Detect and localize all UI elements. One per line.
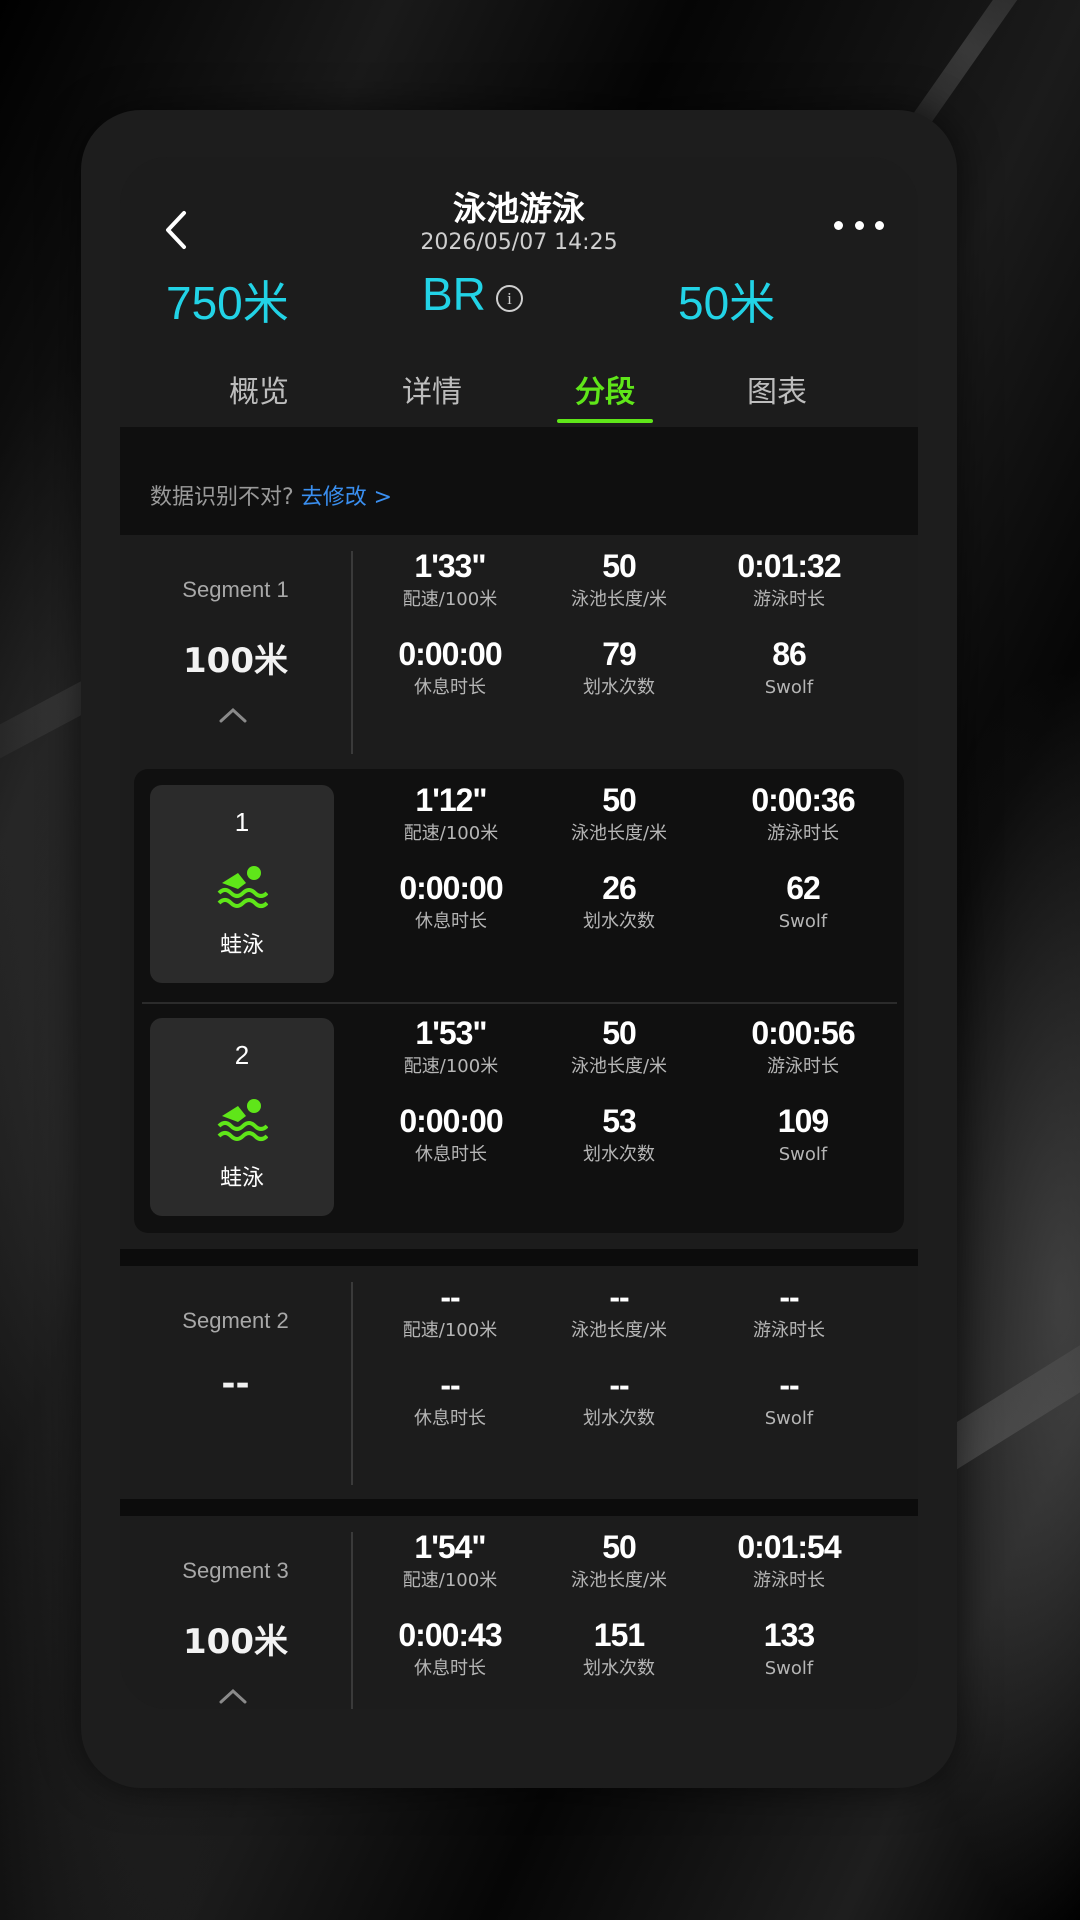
page-title: 泳池游泳 [453, 189, 585, 228]
metric-time: 0:01:32 游泳时长 [737, 548, 841, 610]
tab-overview[interactable]: 概览 [199, 367, 319, 411]
metric-pace: 1'12" 配速/100米 [403, 782, 499, 844]
metric-rest: 0:00:00 休息时长 [399, 1103, 503, 1165]
segment-name: Segment 1 [182, 577, 289, 602]
metric-strokes: -- 划水次数 [583, 1367, 655, 1429]
lap-divider [142, 1002, 897, 1004]
metric-swolf: 109 Swolf [777, 1103, 829, 1165]
metric-pace: -- 配速/100米 [402, 1279, 498, 1341]
pool-length: 50米 [678, 277, 776, 329]
chevron-up-icon[interactable] [218, 1687, 248, 1705]
metric-swolf: 133 Swolf [763, 1617, 815, 1679]
lap-number: 1 [234, 807, 250, 837]
metric-rest: 0:00:43 休息时长 [398, 1617, 502, 1679]
segment-3[interactable]: Segment 3 100米 1'54" 配速/100米 50 泳池长度/米 0:0… [120, 1516, 918, 1709]
segment-2[interactable]: Segment 2 -- -- 配速/100米 -- 泳池长度/米 -- 游泳时长 -… [120, 1266, 918, 1499]
metric-pace: 1'54" 配速/100米 [402, 1529, 498, 1591]
info-icon[interactable]: i [496, 285, 523, 312]
header: 泳池游泳 2026/05/07 14:25 750米 BR i 50米 概览 详… [120, 157, 918, 427]
metric-time: 0:01:54 游泳时长 [737, 1529, 841, 1591]
metric-rest: -- 休息时长 [414, 1367, 486, 1429]
metric-strokes: 79 划水次数 [583, 636, 655, 698]
metric-pace: 1'33" 配速/100米 [402, 548, 498, 610]
metric-swolf: 86 Swolf [764, 636, 814, 698]
metric-strokes: 26 划水次数 [583, 870, 655, 932]
workout-datetime: 2026/05/07 14:25 [420, 230, 618, 255]
laps-list: 1 蛙泳 1'12" 配速/100米 50 泳池长度/米 0:00:36 游泳时长 0… [134, 769, 904, 1233]
segment-distance: -- [221, 1364, 250, 1404]
lap-card-1[interactable]: 1 蛙泳 [150, 785, 334, 983]
metric-strokes: 151 划水次数 [583, 1617, 655, 1679]
tab-segments[interactable]: 分段 [545, 367, 665, 411]
lap-stroke: 蛙泳 [219, 1166, 264, 1191]
edit-link[interactable]: 去修改 > [301, 485, 392, 510]
chevron-up-icon[interactable] [218, 706, 248, 724]
metric-time: -- 游泳时长 [753, 1279, 825, 1341]
segment-distance: 100米 [183, 1622, 288, 1662]
metric-pace: 1'53" 配速/100米 [403, 1015, 499, 1077]
metric-swolf: -- Swolf [764, 1367, 814, 1429]
metric-strokes: 53 划水次数 [583, 1103, 655, 1165]
lap-stroke: 蛙泳 [219, 933, 264, 958]
data-notice-bar: 数据识别不对? 去修改 > [120, 427, 918, 535]
metric-rest: 0:00:00 休息时长 [398, 636, 502, 698]
segment-1[interactable]: Segment 1 100米 1'33" 配速/100米 50 泳池长度/米 0:0… [120, 535, 918, 768]
segment-name: Segment 2 [182, 1308, 289, 1333]
metric-time: 0:00:36 游泳时长 [751, 782, 855, 844]
metric-pool: 50 泳池长度/米 [570, 548, 668, 610]
total-distance: 750米 [166, 277, 289, 329]
active-tab-indicator [557, 419, 653, 423]
metric-time: 0:00:56 游泳时长 [751, 1015, 855, 1077]
tab-charts[interactable]: 图表 [717, 367, 837, 411]
metric-pool: 50 泳池长度/米 [570, 1015, 668, 1077]
stroke-type: BR [422, 268, 486, 320]
swimmer-icon [217, 1099, 268, 1141]
more-dots-icon[interactable] [834, 217, 884, 233]
notice-text: 数据识别不对? 去修改 > [150, 485, 393, 510]
segment-distance: 100米 [183, 641, 288, 681]
tab-bar: 概览 详情 分段 图表 [120, 357, 918, 427]
segment-name: Segment 3 [182, 1558, 289, 1583]
swimmer-icon [217, 866, 268, 908]
metric-pool: -- 泳池长度/米 [570, 1279, 668, 1341]
lap-card-2[interactable]: 2 蛙泳 [150, 1018, 334, 1216]
metric-swolf: 62 Swolf [778, 870, 828, 932]
metric-pool: 50 泳池长度/米 [570, 1529, 668, 1591]
metric-rest: 0:00:00 休息时长 [399, 870, 503, 932]
metric-pool: 50 泳池长度/米 [570, 782, 668, 844]
tab-details[interactable]: 详情 [372, 367, 492, 411]
app-screen: 泳池游泳 2026/05/07 14:25 750米 BR i 50米 概览 详… [120, 157, 918, 1709]
lap-number: 2 [234, 1040, 250, 1070]
